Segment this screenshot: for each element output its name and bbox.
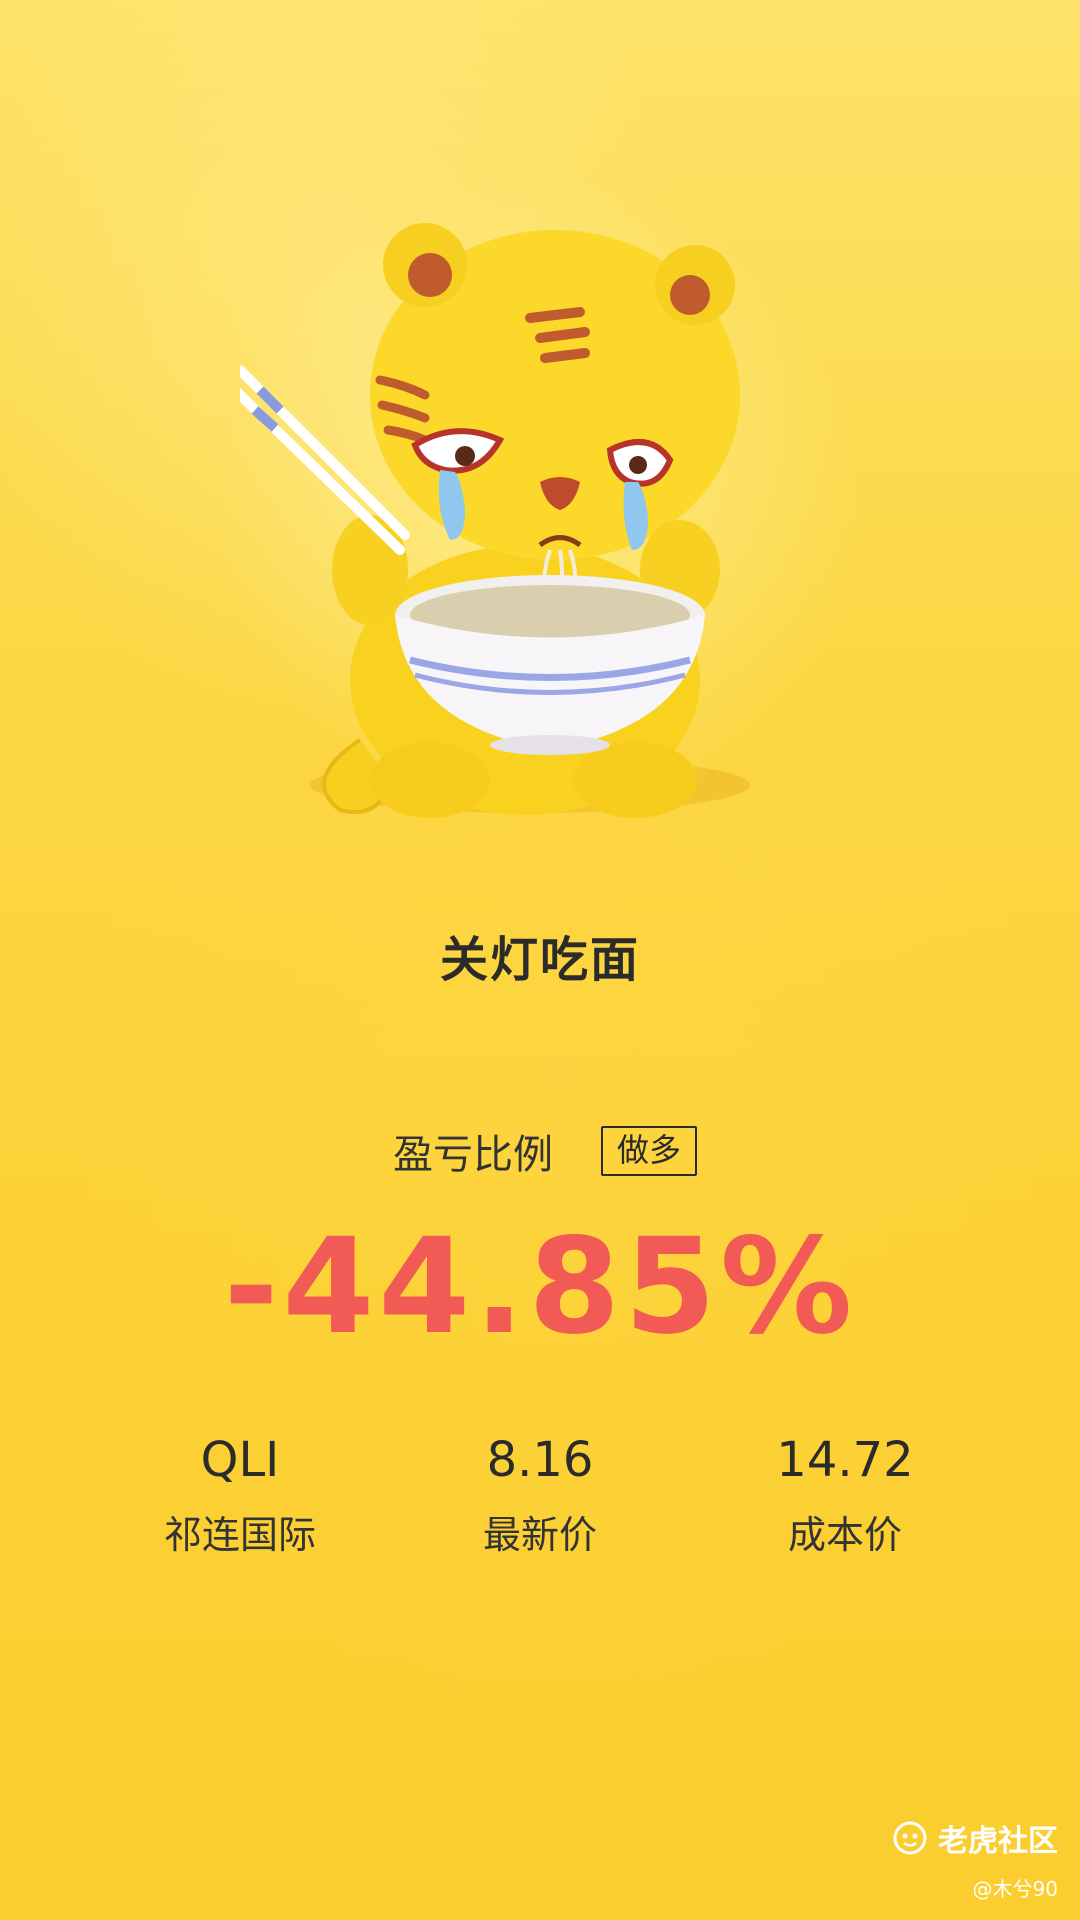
brand-name: 老虎社区	[938, 1824, 1058, 1859]
cost-price-label: 成本价	[787, 1513, 902, 1557]
headline-title: 关灯吃面	[439, 932, 640, 988]
stock-name: 祁连国际	[163, 1513, 316, 1557]
stock-symbol: QLI	[200, 1432, 280, 1488]
latest-price-label: 最新价	[482, 1513, 597, 1557]
user-handle: @木兮90	[972, 1877, 1058, 1901]
profit-loss-ratio-label: 盈亏比例	[392, 1132, 553, 1178]
profit-loss-percentage: -44.85%	[223, 1210, 857, 1364]
tiger-logo-icon	[893, 1821, 927, 1855]
position-direction-badge: 做多	[600, 1126, 697, 1176]
stat-cost-price: 14.72 成本价	[685, 1430, 1005, 1558]
brand-watermark: 老虎社区	[892, 1816, 1058, 1860]
cost-price-value: 14.72	[776, 1432, 914, 1488]
latest-price-value: 8.16	[486, 1432, 594, 1488]
stats-row: QLI 祁连国际 8.16 最新价 14.72 成本价	[0, 1430, 1080, 1570]
profit-loss-ratio-row: 盈亏比例 做多	[0, 1122, 1080, 1180]
stat-symbol: QLI 祁连国际	[80, 1430, 400, 1558]
stat-latest-price: 8.16 最新价	[380, 1430, 700, 1558]
crying-tiger-eating-noodles-illustration	[240, 223, 750, 818]
